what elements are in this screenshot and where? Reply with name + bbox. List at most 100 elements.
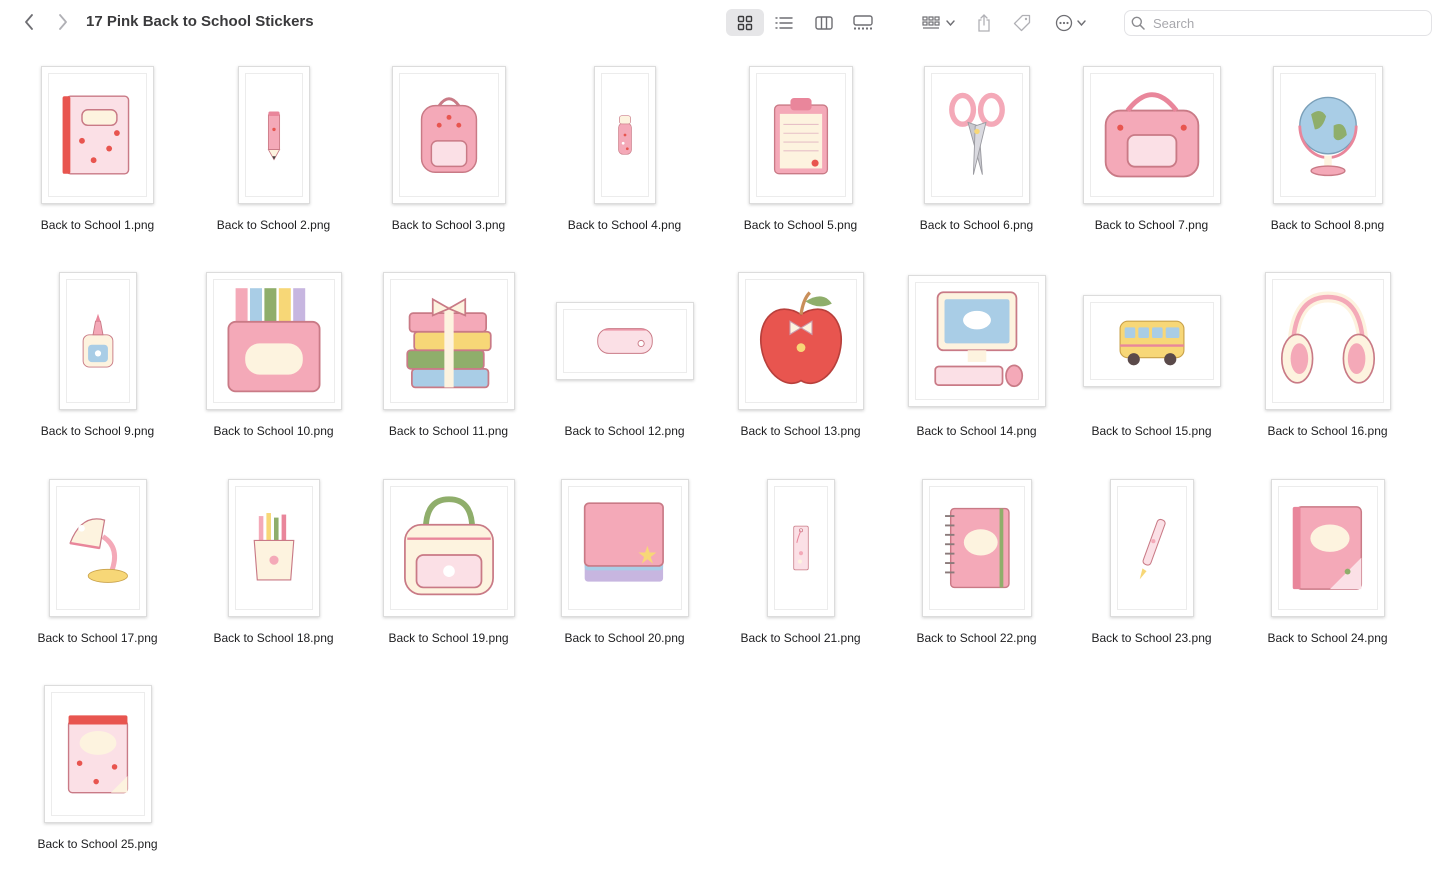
globe-icon — [1297, 96, 1358, 177]
file-item[interactable]: Back to School 7.png — [1064, 62, 1239, 267]
file-item[interactable]: Back to School 10.png — [186, 268, 361, 473]
file-item[interactable]: Back to School 6.png — [889, 62, 1064, 267]
file-thumbnail[interactable] — [1264, 272, 1391, 410]
file-name[interactable]: Back to School 21.png — [713, 631, 888, 645]
list-view-button[interactable] — [769, 9, 799, 36]
file-name[interactable]: Back to School 15.png — [1064, 424, 1239, 438]
file-item[interactable]: Back to School 20.png — [537, 475, 712, 680]
file-item[interactable]: Back to School 12.png — [537, 268, 712, 473]
file-item[interactable]: Back to School 23.png — [1064, 475, 1239, 680]
desk-lamp-icon — [68, 518, 128, 583]
file-name[interactable]: Back to School 1.png — [10, 218, 185, 232]
file-thumbnail[interactable] — [1109, 479, 1194, 617]
file-item[interactable]: Back to School 18.png — [186, 475, 361, 680]
file-name[interactable]: Back to School 19.png — [361, 631, 536, 645]
back-button[interactable] — [18, 11, 40, 33]
file-thumbnail[interactable] — [43, 685, 152, 823]
file-name[interactable]: Back to School 16.png — [1240, 424, 1415, 438]
forward-button[interactable] — [52, 11, 74, 33]
file-item[interactable]: Back to School 1.png — [10, 62, 185, 267]
file-name[interactable]: Back to School 8.png — [1240, 218, 1415, 232]
file-name[interactable]: Back to School 6.png — [889, 218, 1064, 232]
columns-icon — [815, 15, 833, 30]
file-item[interactable]: Back to School 14.png — [889, 268, 1064, 473]
file-thumbnail[interactable] — [737, 272, 864, 410]
share-button[interactable] — [972, 9, 996, 36]
file-thumbnail[interactable] — [205, 272, 342, 410]
file-item[interactable]: Back to School 13.png — [713, 268, 888, 473]
file-name[interactable]: Back to School 12.png — [537, 424, 712, 438]
file-item[interactable]: Back to School 5.png — [713, 62, 888, 267]
file-thumbnail[interactable] — [382, 272, 515, 410]
tag-button[interactable] — [1009, 9, 1035, 36]
file-thumbnail[interactable] — [555, 302, 694, 380]
finder-toolbar: 17 Pink Back to School Stickers — [0, 0, 1445, 46]
memo-pad-icon — [67, 715, 128, 794]
file-thumbnail[interactable] — [921, 479, 1032, 617]
file-name[interactable]: Back to School 4.png — [537, 218, 712, 232]
gallery-icon — [853, 15, 873, 30]
journal-icon — [1292, 506, 1362, 590]
file-thumbnail[interactable] — [907, 275, 1046, 407]
file-thumbnail[interactable] — [1272, 66, 1383, 204]
file-item[interactable]: Back to School 9.png — [10, 268, 185, 473]
file-item[interactable]: Back to School 15.png — [1064, 268, 1239, 473]
search-field[interactable] — [1124, 10, 1432, 36]
search-input[interactable] — [1151, 14, 1415, 32]
file-name[interactable]: Back to School 10.png — [186, 424, 361, 438]
file-name[interactable]: Back to School 18.png — [186, 631, 361, 645]
more-actions-button[interactable] — [1050, 9, 1090, 36]
file-name[interactable]: Back to School 17.png — [10, 631, 185, 645]
file-item[interactable]: Back to School 11.png — [361, 268, 536, 473]
gallery-view-button[interactable] — [847, 9, 879, 36]
file-thumbnail[interactable] — [923, 66, 1030, 204]
file-name[interactable]: Back to School 22.png — [889, 631, 1064, 645]
file-thumbnail[interactable] — [237, 66, 310, 204]
group-by-icon — [921, 15, 940, 29]
file-thumbnail[interactable] — [227, 479, 320, 617]
file-thumbnail[interactable] — [1082, 295, 1221, 387]
file-item[interactable]: Back to School 25.png — [10, 681, 185, 886]
file-thumbnail[interactable] — [391, 66, 506, 204]
file-name[interactable]: Back to School 20.png — [537, 631, 712, 645]
file-name[interactable]: Back to School 2.png — [186, 218, 361, 232]
file-name[interactable]: Back to School 23.png — [1064, 631, 1239, 645]
file-thumbnail[interactable] — [41, 66, 154, 204]
file-thumbnail[interactable] — [560, 479, 689, 617]
file-thumbnail[interactable] — [58, 272, 137, 410]
file-item[interactable]: Back to School 24.png — [1240, 475, 1415, 680]
file-item[interactable]: Back to School 8.png — [1240, 62, 1415, 267]
file-name[interactable]: Back to School 13.png — [713, 424, 888, 438]
icon-view-button[interactable] — [726, 9, 764, 36]
file-item[interactable]: Back to School 21.png — [713, 475, 888, 680]
file-name[interactable]: Back to School 24.png — [1240, 631, 1415, 645]
file-name[interactable]: Back to School 7.png — [1064, 218, 1239, 232]
column-view-button[interactable] — [808, 9, 840, 36]
file-name[interactable]: Back to School 5.png — [713, 218, 888, 232]
file-item[interactable]: Back to School 3.png — [361, 62, 536, 267]
file-thumbnail[interactable] — [1270, 479, 1385, 617]
apple-icon — [759, 291, 842, 385]
file-item[interactable]: Back to School 22.png — [889, 475, 1064, 680]
file-item[interactable]: Back to School 17.png — [10, 475, 185, 680]
file-item[interactable]: Back to School 16.png — [1240, 268, 1415, 473]
file-thumbnail[interactable] — [593, 66, 656, 204]
file-thumbnail[interactable] — [766, 479, 835, 617]
file-item[interactable]: Back to School 4.png — [537, 62, 712, 267]
file-name[interactable]: Back to School 11.png — [361, 424, 536, 438]
handbag-icon — [403, 496, 494, 596]
file-thumbnail[interactable] — [382, 479, 515, 617]
file-name[interactable]: Back to School 3.png — [361, 218, 536, 232]
file-thumbnail[interactable] — [748, 66, 853, 204]
file-item[interactable]: Back to School 19.png — [361, 475, 536, 680]
file-name[interactable]: Back to School 9.png — [10, 424, 185, 438]
file-thumbnail[interactable] — [48, 479, 147, 617]
file-thumbnail[interactable] — [1082, 66, 1221, 204]
file-item[interactable]: Back to School 2.png — [186, 62, 361, 267]
pen-icon — [1139, 518, 1166, 580]
group-by-button[interactable] — [918, 9, 958, 36]
pencil-cup-icon — [253, 513, 294, 581]
file-name[interactable]: Back to School 25.png — [10, 837, 185, 851]
lunch-bag-icon — [1104, 92, 1199, 178]
file-name[interactable]: Back to School 14.png — [889, 424, 1064, 438]
